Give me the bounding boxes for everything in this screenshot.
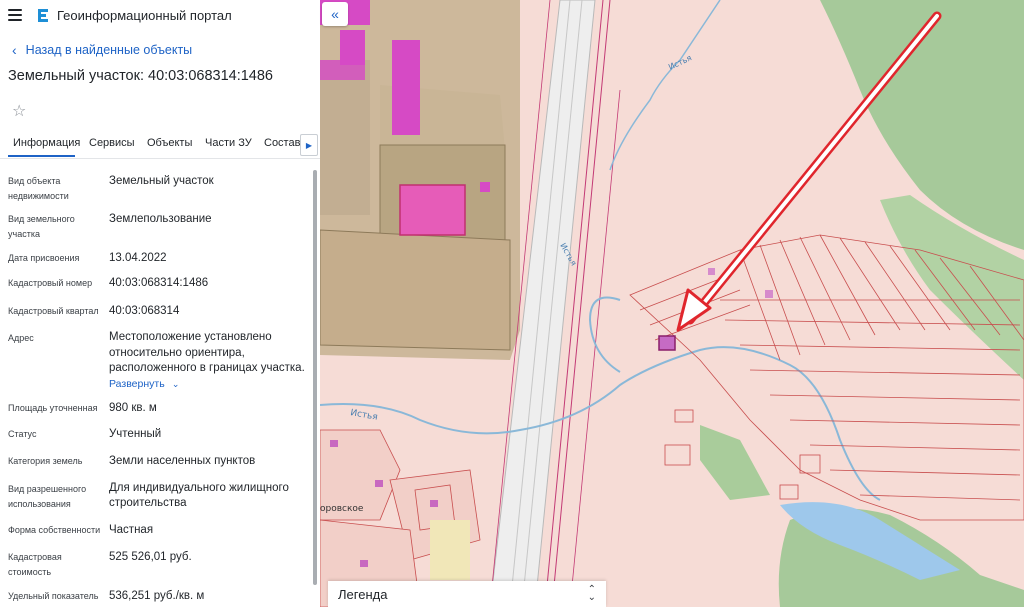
attr-value: Земли населенных пунктов xyxy=(109,455,256,467)
attr-value: Частная xyxy=(109,524,154,536)
industrial-block xyxy=(320,229,511,351)
back-link-label: Назад в найденные объекты xyxy=(25,43,193,57)
tab-bar: Информация Сервисы Объекты Части ЗУ Сост… xyxy=(0,132,320,159)
attr-value: 536,251 руб./кв. м xyxy=(109,590,205,602)
attr-label: Кадастровый квартал xyxy=(8,306,99,316)
attr-value: Учтенный xyxy=(109,428,162,440)
attr-value: 980 кв. м xyxy=(109,402,157,414)
attr-label: Удельный показатель xyxy=(8,591,99,601)
menu-icon[interactable] xyxy=(8,9,22,21)
active-tab-indicator xyxy=(8,155,75,157)
attr-value: 40:03:068314:1486 xyxy=(109,277,209,289)
info-panel: Геоинформационный портал ‹ Назад в найде… xyxy=(0,0,320,607)
attr-value: 525 526,01 руб. xyxy=(109,551,192,563)
map-label-settlement: оровское xyxy=(320,504,364,514)
updown-chevron-icon: ⌃ ⌄ xyxy=(587,584,596,603)
tab-parts[interactable]: Части ЗУ xyxy=(205,137,252,149)
industrial-block xyxy=(320,60,370,215)
selected-parcel[interactable] xyxy=(658,335,676,351)
building xyxy=(480,182,490,192)
panel-scrollbar[interactable] xyxy=(313,170,317,585)
building xyxy=(392,40,420,135)
attr-value: Земельный участок xyxy=(109,175,214,187)
attr-label: Кадастровый номер xyxy=(8,278,93,288)
app-title: Геоинформационный портал xyxy=(57,7,232,23)
attr-label: Адрес xyxy=(8,333,34,343)
building xyxy=(399,184,466,236)
attr-label: Форма собственности xyxy=(8,525,101,535)
attr-label: Категория земель xyxy=(8,456,83,466)
attr-label: Дата присвоения xyxy=(8,253,80,263)
portal-logo-icon xyxy=(38,9,48,22)
attr-value: 40:03:068314 xyxy=(109,305,180,317)
chevron-left-icon: ‹ xyxy=(12,42,17,58)
tab-services[interactable]: Сервисы xyxy=(89,137,135,149)
attr-value: 13.04.2022 xyxy=(109,252,167,264)
attr-label: Кадастровая стоимость xyxy=(8,552,62,577)
tab-composition[interactable]: Состав xyxy=(264,137,300,149)
tab-info[interactable]: Информация xyxy=(13,137,80,149)
building xyxy=(340,30,365,65)
favorite-star-icon[interactable]: ☆ xyxy=(12,101,26,121)
attr-value: Местоположение установлено относительно … xyxy=(109,331,305,374)
tabs-scroll-right-button[interactable]: ▶ xyxy=(300,134,318,156)
legend-label: Легенда xyxy=(338,586,388,602)
expand-link[interactable]: Развернуть xyxy=(109,378,165,390)
building xyxy=(320,60,365,80)
map-view[interactable]: Истья Истья Истья оровское xyxy=(320,0,1024,607)
address-expand[interactable]: Развернуть ⌄ xyxy=(109,376,309,392)
top-bar: Геоинформационный портал xyxy=(0,0,320,30)
chevron-down-icon: ⌄ xyxy=(171,379,180,389)
attr-label: Вид объекта недвижимости xyxy=(8,176,69,201)
legend-toggle[interactable]: Легенда ⌃ ⌄ xyxy=(328,581,606,607)
attr-label: Статус xyxy=(8,429,37,439)
attr-value: Для индивидуального жилищного строительс… xyxy=(109,482,289,509)
attr-label: Вид земельного участка xyxy=(8,214,75,239)
tab-objects[interactable]: Объекты xyxy=(147,137,192,149)
attr-label: Вид разрешенного использования xyxy=(8,484,87,509)
collapse-panel-button[interactable]: « xyxy=(322,2,348,26)
double-chevron-left-icon: « xyxy=(331,6,339,22)
attr-value: Землепользование xyxy=(109,213,212,225)
page-title: Земельный участок: 40:03:068314:1486 xyxy=(8,68,273,84)
attr-label: Площадь уточненная xyxy=(8,403,98,413)
map-canvas[interactable]: Истья Истья Истья оровское xyxy=(320,0,1024,607)
